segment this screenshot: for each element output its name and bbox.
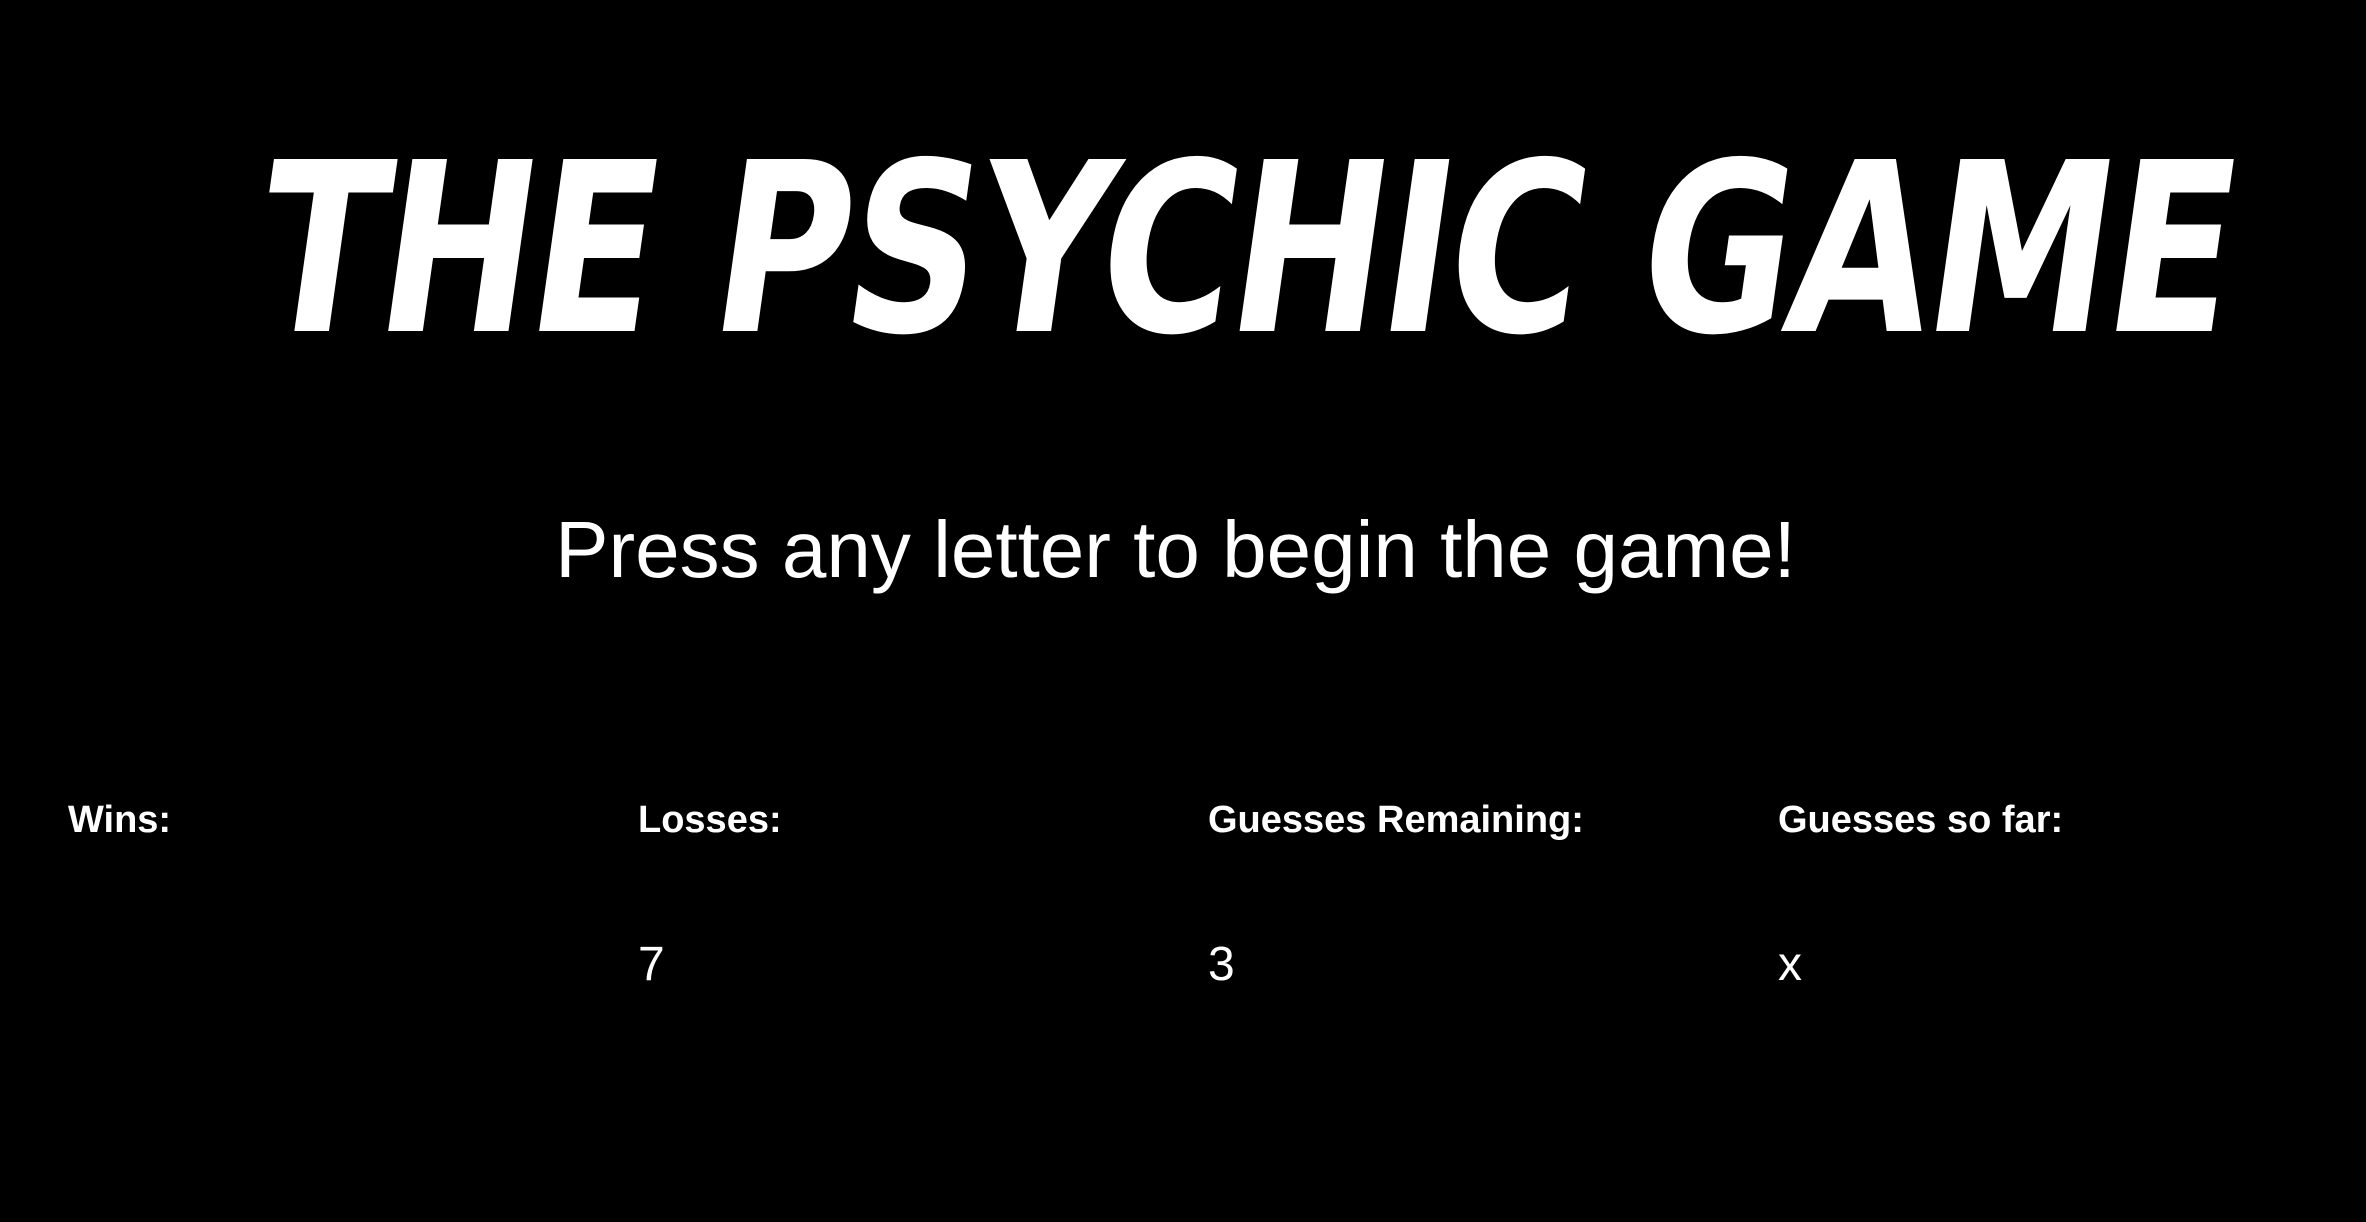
guesses-so-far-label: Guesses so far: — [1778, 799, 2064, 841]
losses-label: Losses: — [638, 799, 782, 841]
guesses-so-far-stat: Guesses so far: x — [1778, 790, 2338, 995]
guesses-remaining-label: Guesses Remaining: — [1208, 799, 1584, 841]
guesses-so-far-value: x — [1778, 938, 1802, 991]
instructions-text: Press any letter to begin the game! — [555, 505, 1796, 594]
scoreboard: Wins: Losses: 7 Guesses Remaining: 3 Gue… — [0, 790, 2366, 1030]
guesses-remaining-value: 3 — [1208, 938, 1235, 991]
guesses-remaining-stat: Guesses Remaining: 3 — [1208, 790, 1768, 995]
wins-stat: Wins: — [68, 790, 628, 935]
game-title: The Psychic Game — [241, 112, 2253, 387]
losses-stat: Losses: 7 — [638, 790, 1198, 995]
game-page: The Psychic Game Press any letter to beg… — [0, 0, 2366, 1222]
wins-label: Wins: — [68, 799, 172, 841]
losses-value: 7 — [638, 938, 665, 991]
